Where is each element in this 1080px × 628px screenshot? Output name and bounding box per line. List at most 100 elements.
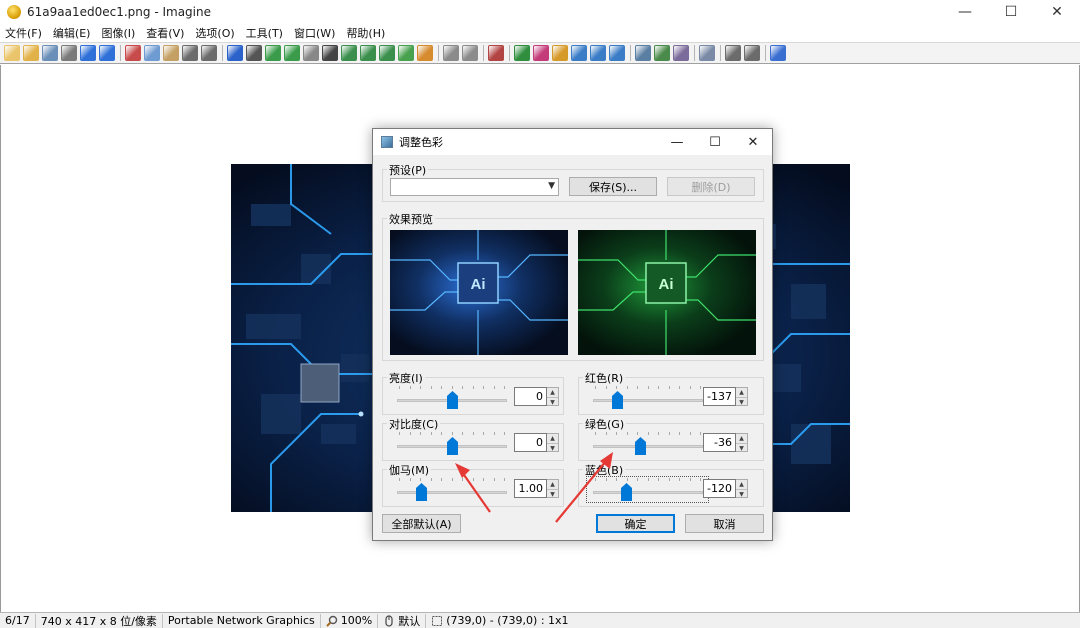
dialog-maximize-button[interactable]: ☐ xyxy=(696,129,734,155)
tools-icon[interactable] xyxy=(699,45,715,61)
plugin-icon[interactable] xyxy=(725,45,741,61)
spin-up-icon[interactable]: ▲ xyxy=(736,388,747,397)
view3-icon[interactable] xyxy=(609,45,625,61)
menu-edit[interactable]: 编辑(E) xyxy=(53,25,91,41)
rotate-icon[interactable] xyxy=(360,45,376,61)
red-slider-thumb[interactable] xyxy=(611,391,623,409)
dialog-close-button[interactable]: ✕ xyxy=(734,129,772,155)
camera-icon[interactable] xyxy=(246,45,262,61)
gamma-value[interactable]: 1.00 xyxy=(514,479,547,498)
blue-value[interactable]: -120 xyxy=(703,479,736,498)
save-icon[interactable] xyxy=(42,45,58,61)
view2-icon[interactable] xyxy=(590,45,606,61)
brightness-slider-thumb[interactable] xyxy=(446,391,458,409)
new-icon[interactable] xyxy=(4,45,20,61)
brightness-value[interactable]: 0 xyxy=(514,387,547,406)
menu-file[interactable]: 文件(F) xyxy=(5,25,42,41)
slideshow-icon[interactable] xyxy=(635,45,651,61)
cut-icon[interactable] xyxy=(125,45,141,61)
ok-button[interactable]: 确定 xyxy=(596,514,675,533)
settings-icon[interactable] xyxy=(744,45,760,61)
brightness-spinner[interactable]: 0 ▲ ▼ xyxy=(514,387,559,406)
crop-icon[interactable] xyxy=(488,45,504,61)
blue-track[interactable] xyxy=(593,491,703,494)
batch-icon[interactable] xyxy=(673,45,689,61)
save-preset-button[interactable]: 保存(S)... xyxy=(569,177,657,196)
thumbnail-icon[interactable] xyxy=(654,45,670,61)
status-zoom-cell[interactable]: 100% xyxy=(321,613,379,628)
spin-down-icon[interactable]: ▼ xyxy=(736,443,747,452)
resize-icon[interactable] xyxy=(265,45,281,61)
minimize-button[interactable]: — xyxy=(942,0,988,24)
green-slider-thumb[interactable] xyxy=(634,437,646,455)
spin-down-icon[interactable]: ▼ xyxy=(547,489,558,498)
menu-window[interactable]: 窗口(W) xyxy=(294,25,335,41)
negative-icon[interactable] xyxy=(322,45,338,61)
menu-view[interactable]: 查看(V) xyxy=(146,25,184,41)
dialog-minimize-button[interactable]: — xyxy=(658,129,696,155)
info-icon[interactable] xyxy=(227,45,243,61)
blue-slider-thumb[interactable] xyxy=(620,483,632,501)
spin-up-icon[interactable]: ▲ xyxy=(547,434,558,443)
open-icon[interactable] xyxy=(23,45,39,61)
gray-icon[interactable] xyxy=(303,45,319,61)
redo-icon[interactable] xyxy=(201,45,217,61)
delete-preset-button[interactable]: 删除(D) xyxy=(667,177,755,196)
zoom-in-icon[interactable] xyxy=(443,45,459,61)
next-icon[interactable] xyxy=(99,45,115,61)
palette-icon[interactable] xyxy=(417,45,433,61)
copy-icon[interactable] xyxy=(144,45,160,61)
reset-all-button[interactable]: 全部默认(A) xyxy=(382,514,461,533)
help-icon[interactable] xyxy=(770,45,786,61)
spin-up-icon[interactable]: ▲ xyxy=(547,388,558,397)
flip-icon[interactable] xyxy=(379,45,395,61)
slider-tick xyxy=(679,386,680,389)
green-group: 绿色(G) -36 ▲ ▼ xyxy=(578,416,764,461)
menu-options[interactable]: 选项(O) xyxy=(195,25,234,41)
paste-icon[interactable] xyxy=(163,45,179,61)
cancel-button[interactable]: 取消 xyxy=(685,514,764,533)
green-spinner[interactable]: -36 ▲ ▼ xyxy=(703,433,748,452)
print-icon[interactable] xyxy=(61,45,77,61)
spin-up-icon[interactable]: ▲ xyxy=(736,480,747,489)
effect-icon[interactable] xyxy=(341,45,357,61)
gamma-spinner[interactable]: 1.00 ▲ ▼ xyxy=(514,479,559,498)
green-value[interactable]: -36 xyxy=(703,433,736,452)
gamma-slider-thumb[interactable] xyxy=(415,483,427,501)
contrast-value[interactable]: 0 xyxy=(514,433,547,452)
menu-help[interactable]: 帮助(H) xyxy=(346,25,385,41)
slider-tick xyxy=(462,386,463,389)
menu-tools[interactable]: 工具(T) xyxy=(246,25,283,41)
slider-tick xyxy=(441,478,442,481)
zoom-actual-icon[interactable] xyxy=(552,45,568,61)
zoom-100-icon[interactable] xyxy=(533,45,549,61)
zoom-fit-icon[interactable] xyxy=(514,45,530,61)
status-mode-cell[interactable]: 默认 xyxy=(378,613,427,628)
contrast-slider-thumb[interactable] xyxy=(446,437,458,455)
zoom-out-icon[interactable] xyxy=(462,45,478,61)
canvas-icon[interactable] xyxy=(284,45,300,61)
red-spinner[interactable]: -137 ▲ ▼ xyxy=(703,387,748,406)
preset-select[interactable]: ▼ xyxy=(390,178,559,196)
spin-up-icon[interactable]: ▲ xyxy=(736,434,747,443)
gamma-track[interactable] xyxy=(397,491,507,494)
color-icon[interactable] xyxy=(398,45,414,61)
spin-up-icon[interactable]: ▲ xyxy=(547,480,558,489)
contrast-spinner[interactable]: 0 ▲ ▼ xyxy=(514,433,559,452)
prev-icon[interactable] xyxy=(80,45,96,61)
blue-spinner[interactable]: -120 ▲ ▼ xyxy=(703,479,748,498)
maximize-button[interactable]: ☐ xyxy=(988,0,1034,24)
slider-tick xyxy=(595,386,596,389)
slider-tick xyxy=(472,386,474,389)
undo-icon[interactable] xyxy=(182,45,198,61)
spin-down-icon[interactable]: ▼ xyxy=(547,397,558,406)
spin-down-icon[interactable]: ▼ xyxy=(736,489,747,498)
red-track[interactable] xyxy=(593,399,703,402)
close-button[interactable]: ✕ xyxy=(1034,0,1080,24)
menu-image[interactable]: 图像(I) xyxy=(101,25,135,41)
spin-down-icon[interactable]: ▼ xyxy=(547,443,558,452)
green-track[interactable] xyxy=(593,445,703,448)
red-value[interactable]: -137 xyxy=(703,387,736,406)
view1-icon[interactable] xyxy=(571,45,587,61)
spin-down-icon[interactable]: ▼ xyxy=(736,397,747,406)
